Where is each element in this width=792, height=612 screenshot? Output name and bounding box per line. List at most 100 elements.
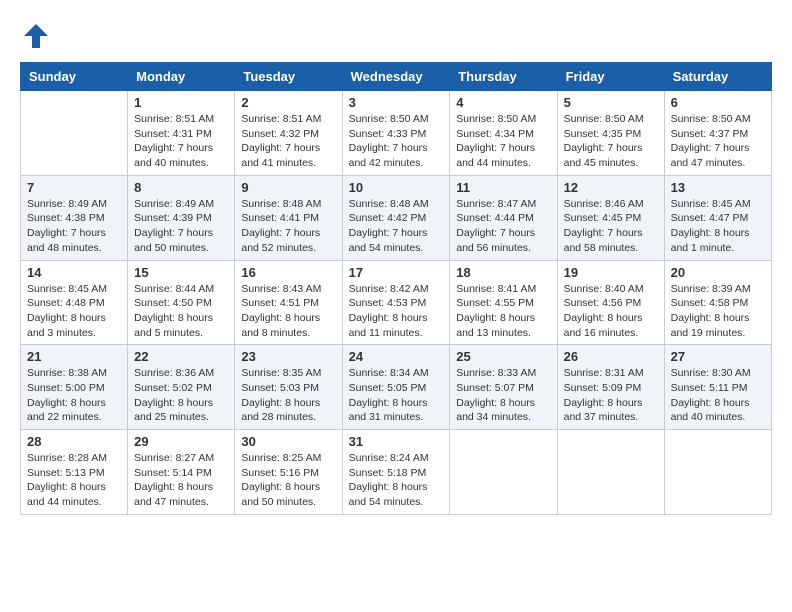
calendar-cell: 2 Sunrise: 8:51 AM Sunset: 4:32 PM Daylig… <box>235 91 342 176</box>
calendar-cell: 7 Sunrise: 8:49 AM Sunset: 4:38 PM Daylig… <box>21 175 128 260</box>
day-number: 15 <box>134 265 228 280</box>
calendar-cell: 5 Sunrise: 8:50 AM Sunset: 4:35 PM Daylig… <box>557 91 664 176</box>
calendar-cell: 18Sunrise: 8:41 AM Sunset: 4:55 PM Dayli… <box>450 260 557 345</box>
day-number: 8 <box>134 180 228 195</box>
calendar-header: SundayMondayTuesdayWednesdayThursdayFrid… <box>21 63 772 91</box>
day-info: Sunrise: 8:50 AM Sunset: 4:35 PM Dayligh… <box>564 112 658 171</box>
day-info: Sunrise: 8:27 AM Sunset: 5:14 PM Dayligh… <box>134 451 228 510</box>
calendar-cell: 6 Sunrise: 8:50 AM Sunset: 4:37 PM Daylig… <box>664 91 771 176</box>
calendar-cell: 28 Sunrise: 8:28 AM Sunset: 5:13 PM Dayli… <box>21 430 128 515</box>
day-number: 5 <box>564 95 658 110</box>
day-info: Sunrise: 8:35 AM Sunset: 5:03 PM Dayligh… <box>241 366 335 425</box>
calendar-cell: 1Sunrise: 8:51 AM Sunset: 4:31 PM Daylig… <box>128 91 235 176</box>
day-info: Sunrise: 8:40 AM Sunset: 4:56 PM Dayligh… <box>564 282 658 341</box>
day-number: 24 <box>349 349 444 364</box>
calendar-cell <box>21 91 128 176</box>
calendar-week-2: 7 Sunrise: 8:49 AM Sunset: 4:38 PM Daylig… <box>21 175 772 260</box>
calendar-week-5: 28 Sunrise: 8:28 AM Sunset: 5:13 PM Dayli… <box>21 430 772 515</box>
logo <box>20 20 56 52</box>
calendar-cell <box>664 430 771 515</box>
calendar-cell: 30Sunrise: 8:25 AM Sunset: 5:16 PM Dayli… <box>235 430 342 515</box>
day-info: Sunrise: 8:42 AM Sunset: 4:53 PM Dayligh… <box>349 282 444 341</box>
day-header-friday: Friday <box>557 63 664 91</box>
day-info: Sunrise: 8:24 AM Sunset: 5:18 PM Dayligh… <box>349 451 444 510</box>
day-number: 19 <box>564 265 658 280</box>
day-number: 25 <box>456 349 550 364</box>
day-info: Sunrise: 8:30 AM Sunset: 5:11 PM Dayligh… <box>671 366 765 425</box>
day-header-sunday: Sunday <box>21 63 128 91</box>
day-info: Sunrise: 8:48 AM Sunset: 4:41 PM Dayligh… <box>241 197 335 256</box>
calendar-cell: 17 Sunrise: 8:42 AM Sunset: 4:53 PM Dayli… <box>342 260 450 345</box>
page-header <box>20 20 772 52</box>
calendar-cell: 16Sunrise: 8:43 AM Sunset: 4:51 PM Dayli… <box>235 260 342 345</box>
calendar-cell <box>450 430 557 515</box>
day-info: Sunrise: 8:49 AM Sunset: 4:39 PM Dayligh… <box>134 197 228 256</box>
day-info: Sunrise: 8:50 AM Sunset: 4:34 PM Dayligh… <box>456 112 550 171</box>
day-header-tuesday: Tuesday <box>235 63 342 91</box>
day-header-monday: Monday <box>128 63 235 91</box>
calendar-cell: 22 Sunrise: 8:36 AM Sunset: 5:02 PM Dayli… <box>128 345 235 430</box>
day-header-wednesday: Wednesday <box>342 63 450 91</box>
calendar-week-1: 1Sunrise: 8:51 AM Sunset: 4:31 PM Daylig… <box>21 91 772 176</box>
day-number: 12 <box>564 180 658 195</box>
day-number: 16 <box>241 265 335 280</box>
day-info: Sunrise: 8:39 AM Sunset: 4:58 PM Dayligh… <box>671 282 765 341</box>
calendar-cell: 9 Sunrise: 8:48 AM Sunset: 4:41 PM Daylig… <box>235 175 342 260</box>
day-number: 6 <box>671 95 765 110</box>
day-number: 14 <box>27 265 121 280</box>
calendar-cell <box>557 430 664 515</box>
calendar-cell: 3Sunrise: 8:50 AM Sunset: 4:33 PM Daylig… <box>342 91 450 176</box>
calendar-table: SundayMondayTuesdayWednesdayThursdayFrid… <box>20 62 772 515</box>
day-number: 28 <box>27 434 121 449</box>
calendar-cell: 31 Sunrise: 8:24 AM Sunset: 5:18 PM Dayli… <box>342 430 450 515</box>
calendar-cell: 27 Sunrise: 8:30 AM Sunset: 5:11 PM Dayli… <box>664 345 771 430</box>
day-info: Sunrise: 8:38 AM Sunset: 5:00 PM Dayligh… <box>27 366 121 425</box>
day-number: 4 <box>456 95 550 110</box>
day-number: 22 <box>134 349 228 364</box>
day-info: Sunrise: 8:31 AM Sunset: 5:09 PM Dayligh… <box>564 366 658 425</box>
day-info: Sunrise: 8:34 AM Sunset: 5:05 PM Dayligh… <box>349 366 444 425</box>
day-number: 20 <box>671 265 765 280</box>
day-number: 23 <box>241 349 335 364</box>
day-number: 1 <box>134 95 228 110</box>
day-info: Sunrise: 8:33 AM Sunset: 5:07 PM Dayligh… <box>456 366 550 425</box>
calendar-cell: 12 Sunrise: 8:46 AM Sunset: 4:45 PM Dayli… <box>557 175 664 260</box>
calendar-cell: 14 Sunrise: 8:45 AM Sunset: 4:48 PM Dayli… <box>21 260 128 345</box>
day-header-saturday: Saturday <box>664 63 771 91</box>
calendar-cell: 19 Sunrise: 8:40 AM Sunset: 4:56 PM Dayli… <box>557 260 664 345</box>
day-info: Sunrise: 8:48 AM Sunset: 4:42 PM Dayligh… <box>349 197 444 256</box>
calendar-cell: 24 Sunrise: 8:34 AM Sunset: 5:05 PM Dayli… <box>342 345 450 430</box>
calendar-cell: 26 Sunrise: 8:31 AM Sunset: 5:09 PM Dayli… <box>557 345 664 430</box>
calendar-cell: 11Sunrise: 8:47 AM Sunset: 4:44 PM Dayli… <box>450 175 557 260</box>
day-number: 3 <box>349 95 444 110</box>
day-header-thursday: Thursday <box>450 63 557 91</box>
day-info: Sunrise: 8:50 AM Sunset: 4:37 PM Dayligh… <box>671 112 765 171</box>
calendar-cell: 21Sunrise: 8:38 AM Sunset: 5:00 PM Dayli… <box>21 345 128 430</box>
day-info: Sunrise: 8:45 AM Sunset: 4:47 PM Dayligh… <box>671 197 765 256</box>
day-number: 9 <box>241 180 335 195</box>
day-info: Sunrise: 8:49 AM Sunset: 4:38 PM Dayligh… <box>27 197 121 256</box>
calendar-cell: 10Sunrise: 8:48 AM Sunset: 4:42 PM Dayli… <box>342 175 450 260</box>
day-info: Sunrise: 8:46 AM Sunset: 4:45 PM Dayligh… <box>564 197 658 256</box>
calendar-cell: 15 Sunrise: 8:44 AM Sunset: 4:50 PM Dayli… <box>128 260 235 345</box>
calendar-week-3: 14 Sunrise: 8:45 AM Sunset: 4:48 PM Dayli… <box>21 260 772 345</box>
day-info: Sunrise: 8:51 AM Sunset: 4:32 PM Dayligh… <box>241 112 335 171</box>
calendar-week-4: 21Sunrise: 8:38 AM Sunset: 5:00 PM Dayli… <box>21 345 772 430</box>
day-info: Sunrise: 8:28 AM Sunset: 5:13 PM Dayligh… <box>27 451 121 510</box>
day-number: 27 <box>671 349 765 364</box>
day-number: 2 <box>241 95 335 110</box>
day-number: 17 <box>349 265 444 280</box>
day-info: Sunrise: 8:44 AM Sunset: 4:50 PM Dayligh… <box>134 282 228 341</box>
calendar-cell: 23 Sunrise: 8:35 AM Sunset: 5:03 PM Dayli… <box>235 345 342 430</box>
day-info: Sunrise: 8:41 AM Sunset: 4:55 PM Dayligh… <box>456 282 550 341</box>
day-info: Sunrise: 8:36 AM Sunset: 5:02 PM Dayligh… <box>134 366 228 425</box>
day-number: 7 <box>27 180 121 195</box>
day-info: Sunrise: 8:47 AM Sunset: 4:44 PM Dayligh… <box>456 197 550 256</box>
day-info: Sunrise: 8:45 AM Sunset: 4:48 PM Dayligh… <box>27 282 121 341</box>
calendar-cell: 25 Sunrise: 8:33 AM Sunset: 5:07 PM Dayli… <box>450 345 557 430</box>
day-number: 29 <box>134 434 228 449</box>
day-number: 26 <box>564 349 658 364</box>
calendar-cell: 4 Sunrise: 8:50 AM Sunset: 4:34 PM Daylig… <box>450 91 557 176</box>
day-info: Sunrise: 8:25 AM Sunset: 5:16 PM Dayligh… <box>241 451 335 510</box>
day-number: 31 <box>349 434 444 449</box>
